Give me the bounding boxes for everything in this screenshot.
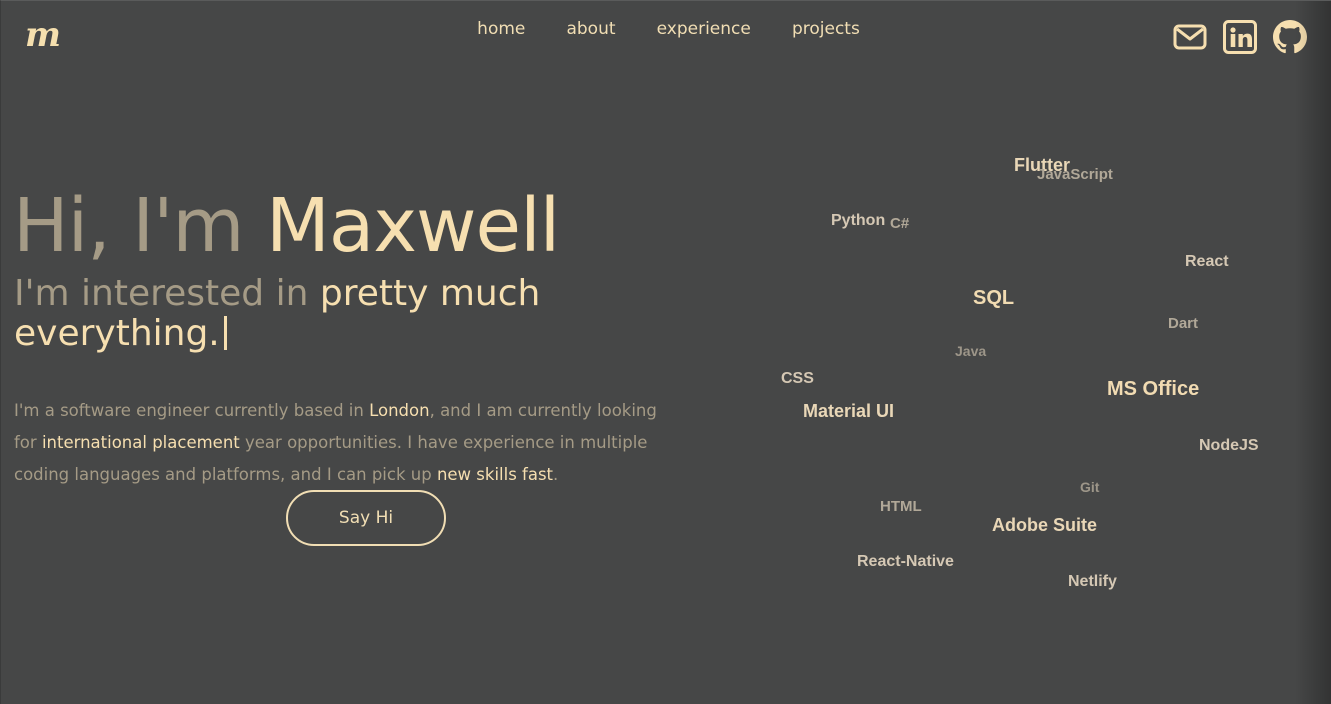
typing-caret (223, 316, 227, 350)
skill-javascript: JavaScript (1037, 166, 1113, 183)
bio-text: I'm a software engineer currently based … (14, 400, 370, 420)
skill-java: Java (955, 343, 987, 359)
linkedin-icon[interactable] (1223, 20, 1257, 54)
github-icon[interactable] (1273, 20, 1307, 54)
skill-react: React (1185, 253, 1229, 270)
skill-react-native: React-Native (857, 553, 954, 570)
bio-text: . (553, 464, 559, 484)
nav-projects[interactable]: projects (792, 19, 860, 39)
skill-html: HTML (880, 498, 922, 515)
bio-highlight-location: London (369, 400, 430, 420)
hero-title: Hi, I'm Maxwell (13, 179, 560, 273)
skill-dart: Dart (1168, 315, 1199, 332)
main-nav: home about experience projects (1, 19, 1331, 39)
skill-css: CSS (781, 370, 814, 387)
bio-highlight-skills: new skills fast (436, 464, 554, 484)
greeting: Hi, I'm (13, 183, 245, 269)
skill-sql: SQL (973, 287, 1015, 309)
hero-name: Maxwell (266, 183, 560, 269)
page: m home about experience projects Hi, I'm… (0, 0, 1331, 704)
skill-ms-office: MS Office (1107, 378, 1200, 400)
skill-nodejs: NodeJS (1199, 437, 1259, 454)
interest-prefix: I'm interested in (14, 273, 309, 314)
nav-experience[interactable]: experience (657, 19, 751, 39)
bio-paragraph: I'm a software engineer currently based … (14, 395, 674, 491)
skill-adobe-suite: Adobe Suite (992, 515, 1098, 535)
nav-home[interactable]: home (477, 19, 525, 39)
hero-subtitle: I'm interested in pretty much everything… (14, 274, 634, 354)
skill-csharp: C# (890, 215, 910, 232)
skill-git: Git (1080, 479, 1100, 495)
skill-python: Python (831, 212, 886, 229)
mail-icon[interactable] (1173, 20, 1207, 54)
nav-about[interactable]: about (566, 19, 615, 39)
bio-highlight-placement: international placement (41, 432, 240, 452)
skill-netlify: Netlify (1068, 573, 1117, 590)
say-hi-button[interactable]: Say Hi (286, 490, 446, 546)
skill-material-ui: Material UI (803, 401, 895, 421)
social-links (1173, 20, 1307, 54)
